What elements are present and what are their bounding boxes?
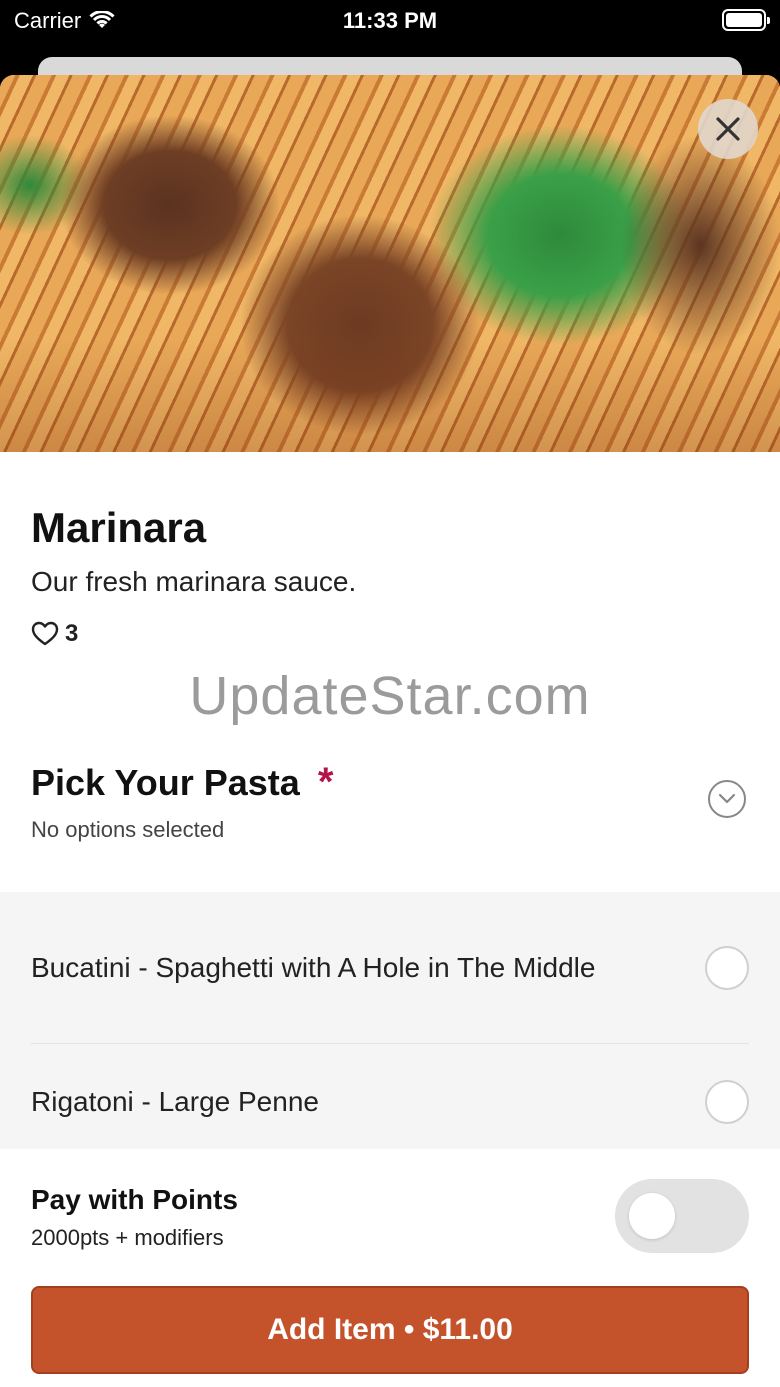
option-label: Bucatini - Spaghetti with A Hole in The … <box>31 951 596 983</box>
likes[interactable]: 3 <box>31 620 749 648</box>
item-sheet: Marinara Our fresh marinara sauce. 3 Upd… <box>0 75 780 1387</box>
pasta-options-list: Bucatini - Spaghetti with A Hole in The … <box>0 892 780 1162</box>
list-item[interactable]: Rigatoni - Large Penne <box>31 1044 749 1160</box>
option-label: Rigatoni - Large Penne <box>31 1086 319 1117</box>
collapse-button[interactable] <box>708 780 746 818</box>
likes-count: 3 <box>65 620 79 647</box>
watermark: UpdateStar.com <box>189 666 591 726</box>
heart-icon <box>31 621 59 646</box>
pay-with-points-label: Pay with Points <box>31 1184 238 1215</box>
section-title: Pick Your Pasta <box>31 761 300 803</box>
option-radio[interactable] <box>705 945 749 990</box>
status-time: 11:33 PM <box>342 8 438 33</box>
points-cost: 2000pts + modifiers <box>31 1225 224 1250</box>
required-marker: * <box>317 760 334 804</box>
section-subtitle: No options selected <box>31 817 225 842</box>
close-button[interactable] <box>698 99 758 159</box>
close-icon <box>716 117 740 141</box>
option-radio[interactable] <box>705 1080 749 1124</box>
status-bar: Carrier 11:33 PM <box>0 0 780 56</box>
battery-icon <box>722 9 770 31</box>
toggle-knob <box>629 1193 675 1239</box>
chevron-down-icon <box>718 793 736 804</box>
add-item-button[interactable]: Add Item • $11.00 <box>31 1286 749 1374</box>
item-photo <box>0 75 780 452</box>
pay-with-points-toggle[interactable] <box>615 1179 749 1253</box>
item-description: Our fresh marinara sauce. <box>31 566 357 597</box>
footer: Pay with Points 2000pts + modifiers Add … <box>0 1149 780 1387</box>
list-item[interactable]: Bucatini - Spaghetti with A Hole in The … <box>31 892 749 1044</box>
item-title: Marinara <box>31 504 207 551</box>
pasta-section-header[interactable]: Pick Your Pasta * No options selected <box>31 760 749 843</box>
